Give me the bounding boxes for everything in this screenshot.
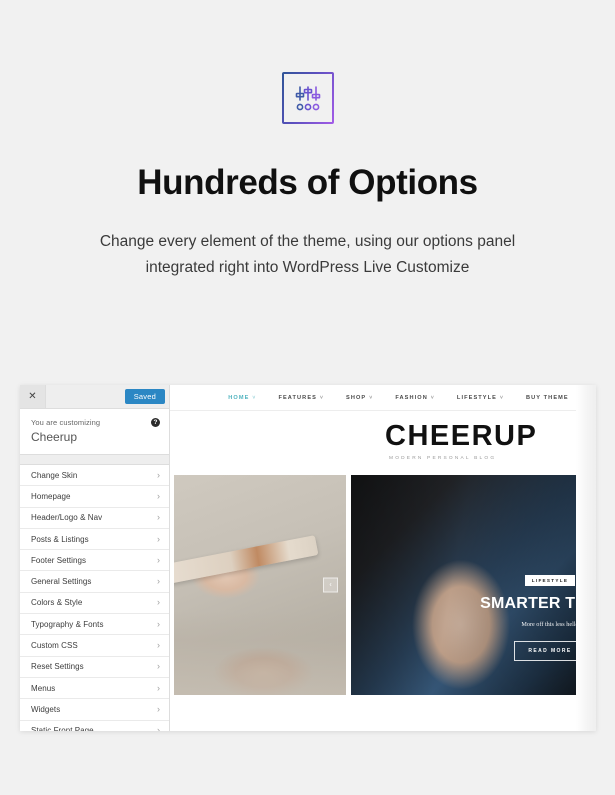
nav-item-shop[interactable]: SHOP ˅ [346,395,373,401]
category-badge[interactable]: LIFESTYLE [524,575,576,587]
chevron-down-icon: ˅ [499,394,504,401]
featured-card-lifestyle[interactable]: LIFESTYLE SMARTER THAN I More off this l… [351,475,596,695]
chevron-right-icon: › [156,597,160,608]
nav-item-fashion[interactable]: FASHION ˅ [395,395,435,401]
sidebar-item-label: Colors & Style [31,598,83,608]
chevron-right-icon: › [156,661,160,672]
sidebar-item-typography-fonts[interactable]: Typography & Fonts › [20,614,169,636]
sidebar-item-footer-settings[interactable]: Footer Settings › [20,550,169,572]
sidebar-item-static-front-page[interactable]: Static Front Page › [20,721,169,731]
page-title: Hundreds of Options [137,163,478,202]
sidebar-item-label: Widgets [31,704,61,714]
chevron-down-icon: ˅ [430,394,435,401]
customizer-toolbar: ✕ Saved [20,385,169,409]
hero-subtitle: Change every element of the theme, using… [58,229,558,281]
site-nav: HOME ˅ FEATURES ˅ SHOP ˅ FASHION ˅ LIFES… [170,385,596,411]
sidebar-item-homepage[interactable]: Homepage › [20,486,169,508]
sidebar-item-reset-settings[interactable]: Reset Settings › [20,657,169,678]
hero-section: Hundreds of Options Change every element… [0,0,615,281]
card-content: LIFESTYLE SMARTER THAN I More off this l… [447,569,596,661]
sidebar-divider [20,455,169,465]
chevron-right-icon: › [156,725,160,731]
nav-item-buy-theme[interactable]: BUY THEME [526,395,569,401]
chevron-right-icon: › [156,490,160,501]
sidebar-item-colors-style[interactable]: Colors & Style › [20,593,169,615]
customizer-screenshot: ✕ Saved You are customizing Cheerup ? Ch… [20,385,596,731]
nav-item-label: BUY THEME [526,394,569,401]
chevron-right-icon: › [156,512,160,523]
nav-item-label: SHOP [346,394,367,401]
site-logo-text: CHEERUP [385,419,538,452]
sidebar-item-label: Homepage [31,491,71,501]
chevron-right-icon: › [156,703,160,714]
chevron-down-icon: ˅ [252,394,257,401]
customizer-section-list: Change Skin › Homepage › Header/Logo & N… [20,465,169,731]
sidebar-item-label: Menus [31,683,56,693]
sidebar-item-label: Change Skin [31,470,78,480]
chevron-right-icon: › [156,682,160,693]
featured-cards: ‹ LIFESTYLE SMARTER THAN I More off this… [170,471,596,695]
close-icon[interactable]: ✕ [20,385,46,408]
save-button[interactable]: Saved [124,389,165,404]
photo-shading [174,611,346,695]
sidebar-item-widgets[interactable]: Widgets › [20,699,169,721]
chevron-right-icon: › [156,576,160,587]
sidebar-item-label: General Settings [31,577,92,587]
sidebar-item-general-settings[interactable]: General Settings › [20,571,169,593]
site-logo[interactable]: CHEERUP MODERN PERSONAL BLOG [170,411,596,471]
read-more-button[interactable]: READ MORE [514,641,586,661]
hero-subtitle-line-2: integrated right into WordPress Live Cus… [145,259,470,277]
sliders-options-icon [281,72,334,124]
theme-preview: HOME ˅ FEATURES ˅ SHOP ˅ FASHION ˅ LIFES… [170,385,596,731]
chevron-right-icon: › [156,469,160,480]
preview-right-edge [576,385,596,731]
nav-item-label: FASHION [395,394,428,401]
chevron-down-icon: ˅ [319,394,325,401]
nav-item-label: LIFESTYLE [456,394,497,401]
sidebar-item-label: Custom CSS [31,641,78,651]
sidebar-item-label: Typography & Fonts [31,619,104,629]
hero-subtitle-line-1: Change every element of the theme, using… [99,233,516,251]
chevron-right-icon: › [156,533,160,544]
site-tagline: MODERN PERSONAL BLOG [389,455,497,461]
sidebar-item-menus[interactable]: Menus › [20,678,169,700]
sidebar-item-label: Header/Logo & Nav [31,513,103,523]
nav-item-label: HOME [228,394,250,401]
customizing-label: You are customizing [31,418,101,427]
customizing-info: You are customizing Cheerup ? [20,409,169,455]
card-excerpt: More off this less hello [521,621,579,628]
card-title: SMARTER THAN I [480,595,596,613]
sidebar-item-change-skin[interactable]: Change Skin › [20,465,169,487]
chevron-down-icon: ˅ [369,394,374,401]
nav-item-lifestyle[interactable]: LIFESTYLE ˅ [457,395,504,401]
hero-icon-wrapper [0,72,615,124]
nav-item-home[interactable]: HOME ˅ [228,395,256,401]
featured-card-ukulele[interactable]: ‹ [174,475,346,695]
customizer-sidebar: ✕ Saved You are customizing Cheerup ? Ch… [20,385,170,731]
sidebar-item-label: Static Front Page [31,726,94,731]
nav-item-label: FEATURES [278,394,317,401]
chevron-right-icon: › [156,618,160,629]
chevron-right-icon: › [156,554,160,565]
sidebar-item-custom-css[interactable]: Custom CSS › [20,635,169,657]
sidebar-item-label: Posts & Listings [31,534,89,544]
sidebar-item-label: Reset Settings [31,662,84,672]
chevron-right-icon: › [156,640,160,651]
sidebar-item-label: Footer Settings [31,555,86,565]
sidebar-item-posts-listings[interactable]: Posts & Listings › [20,529,169,551]
help-icon[interactable]: ? [151,418,160,427]
site-name: Cheerup [31,430,78,444]
nav-item-features[interactable]: FEATURES ˅ [278,395,324,401]
slider-prev-button[interactable]: ‹ [323,577,338,593]
sidebar-item-header-logo-nav[interactable]: Header/Logo & Nav › [20,508,169,529]
